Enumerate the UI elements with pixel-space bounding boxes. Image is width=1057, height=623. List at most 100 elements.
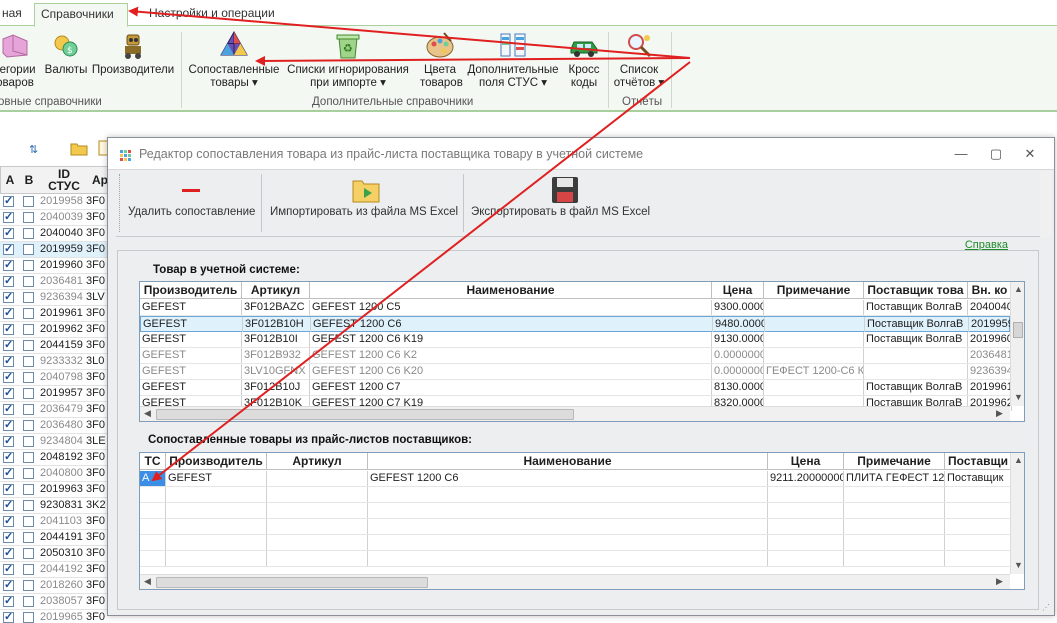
- background-grid-row[interactable]: 20503103F0: [0, 546, 110, 562]
- background-grid-row[interactable]: 20441913F0: [0, 530, 110, 546]
- checkbox-a[interactable]: [3, 498, 14, 513]
- checkbox-a[interactable]: [3, 210, 14, 225]
- column-header[interactable]: Поставщик това: [864, 282, 968, 299]
- toolbar-scroll[interactable]: [1040, 171, 1052, 237]
- checkbox-b[interactable]: [23, 340, 34, 351]
- extra-fields-button[interactable]: Дополнительные поля СТУС ▾: [465, 29, 561, 90]
- checkbox-b[interactable]: [23, 292, 34, 303]
- checkbox-b[interactable]: [23, 404, 34, 415]
- checkbox-b[interactable]: [23, 228, 34, 239]
- folder-icon[interactable]: [70, 139, 88, 157]
- column-header[interactable]: Наименование: [368, 453, 768, 470]
- checkbox-a[interactable]: [3, 354, 14, 369]
- checkbox-a[interactable]: [3, 290, 14, 305]
- checkbox-a[interactable]: [3, 306, 14, 321]
- background-grid-row[interactable]: 20411033F0: [0, 514, 110, 530]
- empty-row[interactable]: [140, 503, 1012, 519]
- table-row[interactable]: GEFEST 3F012B10H GEFEST 1200 C6 9480.0000 По…: [140, 316, 1013, 332]
- scroll-thumb[interactable]: [156, 577, 428, 588]
- background-grid-row[interactable]: 20199623F0: [0, 322, 110, 338]
- checkbox-b[interactable]: [23, 580, 34, 591]
- column-header[interactable]: ТС: [140, 453, 166, 470]
- import-excel-button[interactable]: Импортировать из файла MS Excel: [270, 174, 460, 232]
- reports-list-button[interactable]: Список отчётов ▾: [612, 29, 666, 90]
- checkbox-b[interactable]: [23, 596, 34, 607]
- checkbox-b[interactable]: [23, 356, 34, 367]
- checkbox-a[interactable]: [3, 514, 14, 529]
- checkbox-a[interactable]: [3, 274, 14, 289]
- tab-settings-operations[interactable]: Настройки и операции: [143, 3, 281, 26]
- background-grid-row[interactable]: 20199633F0: [0, 482, 110, 498]
- background-grid-row[interactable]: 20199603F0: [0, 258, 110, 274]
- checkbox-a[interactable]: [3, 418, 14, 433]
- matched-goods-button[interactable]: Сопоставленные товары ▾: [188, 29, 280, 90]
- background-grid-row[interactable]: 20199653F0: [0, 610, 110, 623]
- background-grid-row[interactable]: 20199613F0: [0, 306, 110, 322]
- checkbox-b[interactable]: [23, 260, 34, 271]
- checkbox-a[interactable]: [3, 578, 14, 593]
- ignore-lists-button[interactable]: ♻ Списки игнорирования при импорте ▾: [283, 29, 413, 90]
- goods-colors-button[interactable]: Цвета товаров: [420, 29, 463, 90]
- background-grid-row[interactable]: 92348043LE: [0, 434, 110, 450]
- checkbox-a[interactable]: [3, 546, 14, 561]
- column-header[interactable]: Вн. ко: [968, 282, 1012, 299]
- column-header[interactable]: Производитель: [140, 282, 242, 299]
- checkbox-a[interactable]: [3, 466, 14, 481]
- checkbox-a[interactable]: [3, 562, 14, 577]
- cross-codes-button[interactable]: Кросс коды: [566, 29, 602, 90]
- background-grid-row[interactable]: 20441593F0: [0, 338, 110, 354]
- column-header[interactable]: Цена: [712, 282, 764, 299]
- checkbox-b[interactable]: [23, 436, 34, 447]
- table-row[interactable]: GEFEST 3LV10GFNX GEFEST 1200 C6 K20 0.00000…: [140, 364, 1012, 380]
- checkbox-a[interactable]: [3, 530, 14, 545]
- table-row[interactable]: GEFEST 3F012B932 GEFEST 1200 C6 K2 0.000000…: [140, 348, 1012, 364]
- empty-row[interactable]: [140, 535, 1012, 551]
- table-row[interactable]: A GEFEST GEFEST 1200 C6 9211.20000000 ПЛИТА …: [140, 471, 1012, 487]
- checkbox-a[interactable]: [3, 258, 14, 273]
- checkbox-a[interactable]: [3, 434, 14, 449]
- empty-row[interactable]: [140, 519, 1012, 535]
- checkbox-a[interactable]: [3, 402, 14, 417]
- empty-row[interactable]: [140, 487, 1012, 503]
- export-excel-button[interactable]: Экспортировать в файл MS Excel: [471, 174, 661, 232]
- empty-row[interactable]: [140, 551, 1012, 567]
- background-grid-row[interactable]: 20199583F0: [0, 194, 110, 210]
- column-header[interactable]: Примечание: [764, 282, 864, 299]
- background-grid-row[interactable]: 20407983F0: [0, 370, 110, 386]
- checkbox-b[interactable]: [23, 244, 34, 255]
- minimize-button[interactable]: —: [952, 145, 970, 163]
- checkbox-b[interactable]: [23, 420, 34, 431]
- background-grid-row[interactable]: 20364813F0: [0, 274, 110, 290]
- background-grid-row[interactable]: 20199593F0: [0, 242, 110, 258]
- background-grid-row[interactable]: 92333323L0: [0, 354, 110, 370]
- checkbox-a[interactable]: [3, 194, 14, 209]
- column-header[interactable]: Поставщи: [945, 453, 1012, 470]
- background-grid-row[interactable]: 20441923F0: [0, 562, 110, 578]
- column-header[interactable]: Наименование: [310, 282, 712, 299]
- background-grid-row[interactable]: 20481923F0: [0, 450, 110, 466]
- column-header[interactable]: Цена: [768, 453, 844, 470]
- checkbox-b[interactable]: [23, 500, 34, 511]
- column-header[interactable]: Производитель: [166, 453, 267, 470]
- tab-main[interactable]: ная: [0, 3, 28, 26]
- background-grid-row[interactable]: 20400393F0: [0, 210, 110, 226]
- tab-directories[interactable]: Справочники: [34, 3, 128, 27]
- vertical-scrollbar[interactable]: ▲ ▼: [1010, 282, 1024, 406]
- sort-icon[interactable]: ⇅: [28, 140, 46, 158]
- checkbox-a[interactable]: [3, 226, 14, 241]
- checkbox-b[interactable]: [23, 212, 34, 223]
- delete-matching-button[interactable]: Удалить сопоставление: [128, 179, 255, 237]
- background-grid-row[interactable]: 92363943LV: [0, 290, 110, 306]
- scroll-thumb[interactable]: [156, 409, 574, 420]
- checkbox-b[interactable]: [23, 308, 34, 319]
- categories-button[interactable]: тегории оваров: [0, 29, 42, 90]
- checkbox-b[interactable]: [23, 612, 34, 623]
- background-grid-row[interactable]: 20364793F0: [0, 402, 110, 418]
- currencies-button[interactable]: $ Валюты: [44, 29, 88, 77]
- checkbox-a[interactable]: [3, 610, 14, 623]
- checkbox-a[interactable]: [3, 322, 14, 337]
- table-row[interactable]: GEFEST 3F012B10J GEFEST 1200 C7 8130.0000 По…: [140, 380, 1012, 396]
- manufacturers-button[interactable]: Производители: [90, 29, 176, 77]
- background-grid-row[interactable]: 20182603F0: [0, 578, 110, 594]
- checkbox-a[interactable]: [3, 482, 14, 497]
